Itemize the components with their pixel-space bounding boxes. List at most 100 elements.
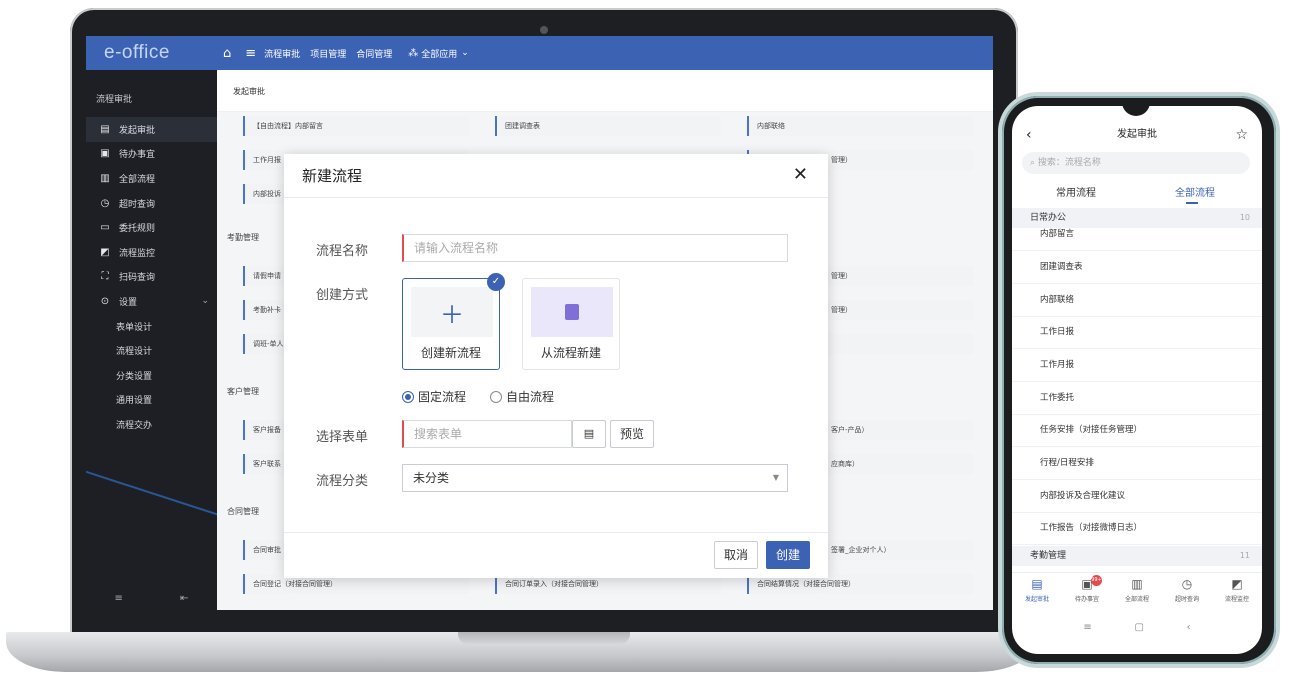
sidebar-subitem-flow-assign[interactable]: 流程交办: [86, 412, 217, 437]
sidebar-item-monitor[interactable]: ◩ 流程监控: [86, 240, 217, 265]
sidebar-item-all-flows[interactable]: ▥ 全部流程: [86, 166, 217, 191]
new-flow-dialog: 新建流程 ✕ 流程名称 请输入流程名称 创建方式 ＋ 创建新流程 ✓ 从流程新建…: [284, 154, 828, 578]
group-header-attendance[interactable]: 考勤管理 11: [1012, 546, 1262, 566]
flow-name-label: 流程名称: [316, 244, 369, 259]
back-nav-icon[interactable]: ‹: [1187, 622, 1191, 633]
list-item[interactable]: 行程/日程安排: [1012, 447, 1262, 480]
sidebar-title: 流程审批: [96, 95, 133, 105]
sidebar-item-label: 全部流程: [119, 174, 156, 185]
radio-label: 固定流程: [418, 390, 467, 404]
radio-selected-icon: [402, 390, 414, 403]
monitor-icon: ◩: [1231, 577, 1243, 591]
sidebar-item-label: 超时查询: [119, 199, 156, 210]
list-item[interactable]: 任务安排（对接任务管理）: [1012, 414, 1262, 447]
list-item[interactable]: 团建调查表: [1012, 251, 1262, 284]
document-copy-icon: [531, 287, 613, 337]
sidebar-item-label: 扫码查询: [119, 273, 156, 284]
topnav-item-projects[interactable]: 项目管理: [310, 47, 346, 60]
recent-apps-icon[interactable]: ≡: [1083, 622, 1091, 633]
active-tab-indicator: [1186, 202, 1198, 204]
sidebar-subitem-flow-design[interactable]: 流程设计: [86, 338, 217, 363]
preview-button[interactable]: 预览: [610, 420, 654, 448]
sidebar-item-settings[interactable]: ⊙ 设置 ⌄: [86, 289, 217, 314]
app-logo[interactable]: e-office: [86, 42, 217, 64]
sidebar-item-label: 委托规则: [119, 224, 156, 235]
list-item[interactable]: 内部留言: [1012, 218, 1262, 251]
list-icon: ▥: [100, 172, 110, 184]
option-create-new-flow[interactable]: ＋ 创建新流程 ✓: [402, 273, 505, 370]
search-icon: ⌕: [1030, 158, 1036, 168]
star-icon[interactable]: ☆: [1235, 124, 1248, 146]
sidebar-item-timeout-query[interactable]: ◷ 超时查询: [86, 191, 217, 216]
dialog-title: 新建流程: [284, 154, 828, 198]
todo-icon: ▣: [1081, 577, 1093, 591]
list-item[interactable]: 工作日报: [1012, 316, 1262, 349]
sidebar-item-start-approval[interactable]: ▤ 发起审批: [86, 117, 217, 142]
apps-grid-icon[interactable]: ⁂: [408, 48, 418, 59]
category-label: 流程分类: [316, 474, 369, 489]
nav-all-flows[interactable]: ▥ 全部流程: [1112, 577, 1162, 603]
sidebar-item-label: 设置: [119, 297, 138, 308]
nav-monitor[interactable]: ◩ 流程监控: [1212, 577, 1262, 603]
sidebar-item-todo[interactable]: ▣ 待办事宜: [86, 142, 217, 167]
sidebar-item-scan-query[interactable]: ⛶ 扫码查询: [86, 265, 217, 290]
list-item[interactable]: 内部联络: [1012, 284, 1262, 317]
option-copy-from-flow[interactable]: 从流程新建: [522, 278, 620, 370]
sidebar-subitem-general-settings[interactable]: 通用设置: [86, 388, 217, 413]
flow-item[interactable]: 团建调查表: [495, 116, 721, 136]
sidebar-item-label: 发起审批: [119, 125, 156, 136]
category-select[interactable]: 未分类 ▼: [402, 464, 788, 492]
close-icon[interactable]: ✕: [793, 164, 808, 185]
flow-item[interactable]: 【自由流程】内部留言: [243, 116, 469, 136]
delegate-icon: ▭: [100, 222, 110, 234]
radio-fixed-flow[interactable]: 固定流程: [402, 388, 466, 405]
edit-icon: ▤: [1031, 577, 1043, 591]
nav-todo[interactable]: ▣ 99+ 待办事宜: [1062, 575, 1112, 603]
list-item[interactable]: 工作委托: [1012, 382, 1262, 415]
android-system-bar: ≡ ▢ ‹: [1012, 614, 1262, 640]
form-search-input[interactable]: 搜索表单: [402, 420, 572, 448]
phone-search-input[interactable]: ⌕ 搜索：流程名称: [1022, 152, 1250, 174]
top-navigation-bar: e-office ⌂ ≡ 流程审批 项目管理 合同管理 ⁂ 全部应用 ⌄: [86, 36, 993, 70]
create-button[interactable]: 创建: [766, 541, 810, 569]
sidebar-subitem-form-design[interactable]: 表单设计: [86, 314, 217, 339]
back-icon[interactable]: ‹: [1026, 124, 1032, 146]
list-view-icon[interactable]: ≡: [115, 593, 123, 604]
phone-header: ‹ 发起审批 ☆: [1012, 124, 1262, 146]
list-item[interactable]: 内部投诉及合理化建议: [1012, 480, 1262, 513]
menu-icon[interactable]: ≡: [245, 46, 256, 61]
sidebar-subitem-category-settings[interactable]: 分类设置: [86, 363, 217, 388]
list-item[interactable]: 工作报告（对接微博日志）: [1012, 512, 1262, 545]
list-icon: ▥: [1131, 577, 1143, 591]
nav-timeout-query[interactable]: ◷ 超时查询: [1162, 577, 1212, 603]
radio-unselected-icon: [490, 390, 502, 403]
caret-down-icon: ▼: [772, 473, 779, 482]
phone-bottom-nav: ▤ 发起审批 ▣ 99+ 待办事宜 ▥ 全部流程 ◷ 超时查询 ◩ 流程监控: [1012, 572, 1262, 612]
check-icon: ✓: [487, 273, 505, 291]
sidebar-footer: ≡ ⇤: [86, 586, 217, 610]
nav-start-approval[interactable]: ▤ 发起审批: [1012, 577, 1062, 603]
flow-name-input[interactable]: 请输入流程名称: [402, 234, 788, 262]
radio-free-flow[interactable]: 自由流程: [490, 388, 554, 405]
form-picker-icon[interactable]: ▤: [572, 420, 606, 448]
sidebar-item-delegate-rules[interactable]: ▭ 委托规则: [86, 215, 217, 240]
tab-common-flows[interactable]: 常用流程: [1056, 184, 1096, 199]
topnav-item-all-apps[interactable]: 全部应用: [421, 47, 457, 60]
chevron-down-icon[interactable]: ⌄: [461, 48, 469, 58]
chevron-down-icon: ⌄: [201, 296, 209, 307]
home-button-icon[interactable]: ▢: [1134, 622, 1143, 633]
cancel-button[interactable]: 取消: [714, 541, 758, 569]
home-icon[interactable]: ⌂: [223, 46, 231, 61]
tab-all-flows[interactable]: 全部流程: [1175, 184, 1215, 199]
section-title-customers: 客户管理: [227, 387, 259, 396]
topnav-item-approval[interactable]: 流程审批: [264, 47, 300, 60]
laptop-camera: [540, 26, 548, 34]
flow-item[interactable]: 内部联络: [747, 116, 973, 136]
topnav-item-contracts[interactable]: 合同管理: [356, 47, 392, 60]
sidebar-item-label: 待办事宜: [119, 150, 156, 161]
nav-label: 全部流程: [1124, 596, 1149, 603]
breadcrumb: 发起审批: [217, 70, 993, 112]
collapse-sidebar-icon[interactable]: ⇤: [180, 593, 188, 604]
search-placeholder: 搜索：流程名称: [1037, 158, 1101, 168]
list-item[interactable]: 工作月报: [1012, 349, 1262, 382]
